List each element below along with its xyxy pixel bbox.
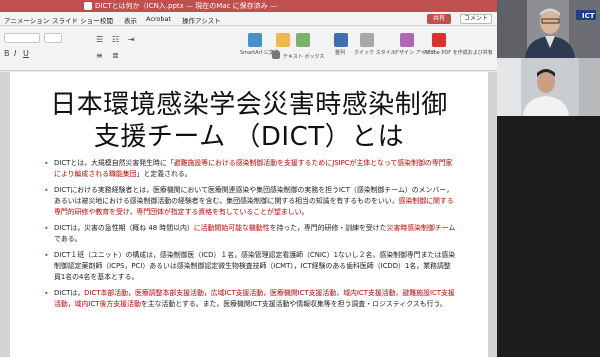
video-call-panel: ICT	[497, 0, 600, 357]
body-text: DICTは，災害の急性期（概ね 48 時間以内）	[54, 224, 194, 232]
tab-animations[interactable]: アニメーション	[4, 15, 49, 25]
body-text: DICTとは，大規模自然災害発生時に「	[54, 159, 174, 167]
tab-acrobat[interactable]: Acrobat	[146, 15, 171, 23]
highlighted-text: 災害時感染制御チーム	[386, 224, 456, 232]
quick-styles-icon[interactable]	[360, 33, 374, 47]
textbox-label[interactable]: テキスト ボックス	[283, 53, 324, 60]
participant-tile-1[interactable]: ICT	[497, 0, 600, 58]
slide-canvas[interactable]: 日本環境感染学会災害時感染制御 支援チーム （DICT）とは DICTとは，大規…	[10, 72, 488, 357]
textbox-icon[interactable]	[272, 51, 280, 59]
underline-icon[interactable]: U	[23, 49, 29, 58]
body-text: である。	[54, 235, 82, 243]
bullet-item[interactable]: DICTとは，大規模自然災害発生時に「避難施設等における感染制御活動を支援するた…	[44, 158, 456, 180]
slide-body-text[interactable]: DICTとは，大規模自然災害発生時に「避難施設等における感染制御活動を支援するた…	[44, 158, 456, 315]
slide-title-line-2[interactable]: 支援チーム （DICT）とは	[10, 116, 488, 153]
bullet-item[interactable]: DICTは，DICT本部活動，医療調整本部支援活動，広域ICT支援活動，医療機関…	[44, 288, 456, 310]
numbering-icon[interactable]: ☷	[112, 35, 119, 44]
tab-slideshow[interactable]: スライド ショー	[52, 15, 100, 25]
tab-tell-me[interactable]: 操作アシスト	[182, 15, 221, 25]
bold-icon[interactable]: B	[4, 49, 10, 58]
align-center-icon[interactable]: ≣	[112, 51, 119, 60]
adobe-pdf-icon[interactable]	[432, 33, 446, 47]
participant-1-video: ICT	[497, 0, 600, 58]
tab-view[interactable]: 表示	[124, 15, 137, 25]
body-text: DICTにおける実務経験者とは，医療機関において医療関連感染や集団感染制御の実務…	[54, 186, 454, 205]
powerpoint-window: DICTとは何か（ICN入.pptx — 現在のMac に保存済み — アニメー…	[0, 0, 497, 357]
align-left-icon[interactable]: ≡	[96, 51, 103, 60]
bullets-icon[interactable]: ☰	[96, 35, 103, 44]
picture-icon[interactable]	[276, 33, 290, 47]
font-name-box[interactable]	[4, 33, 40, 43]
participant-2-video	[497, 58, 600, 116]
participant-tile-2[interactable]	[497, 58, 600, 116]
arrange-label: 整列	[335, 50, 346, 56]
bullet-item[interactable]: DICTは，災害の急性期（概ね 48 時間以内）に活動開始可能な機動性を持った，…	[44, 223, 456, 245]
body-text: を持った，専門的研修・訓練を受けた	[269, 224, 387, 232]
title-bar: DICTとは何か（ICN入.pptx — 現在のMac に保存済み —	[0, 0, 497, 12]
body-text: DICT１班（ユニット）の構成は，感染制御医（ICD）１名，感染管理認定看護師（…	[54, 251, 456, 281]
ribbon: B I U ☰ ☷ ⇥ ≡ ≣ SmartArt に変換 テキスト ボックス 整…	[0, 27, 497, 71]
bullet-item[interactable]: DICT１班（ユニット）の構成は，感染制御医（ICD）１名，感染管理認定看護師（…	[44, 250, 456, 283]
ribbon-tab-bar: アニメーション スライド ショー 校閲 表示 Acrobat 操作アシスト 共有…	[0, 12, 497, 26]
adobe-pdf-label: Adobe PDF を作成および共有	[424, 50, 493, 56]
body-text: 。	[301, 208, 309, 216]
powerpoint-file-icon	[84, 2, 92, 10]
share-button[interactable]: 共有	[427, 14, 451, 24]
body-text: DICTは，	[54, 289, 85, 297]
indent-icon[interactable]: ⇥	[128, 35, 135, 44]
ict-logo: ICT	[582, 12, 595, 20]
quick-styles-label: クイック スタイル	[354, 50, 396, 56]
italic-icon[interactable]: I	[14, 49, 16, 58]
body-text: を主な活動とする。また，医療機関ICT支援活動や情報収集等を担う調査・ロジスティ…	[140, 300, 447, 308]
window-title: DICTとは何か（ICN入.pptx — 現在のMac に保存済み —	[95, 2, 277, 10]
highlighted-text: に活動開始可能な機動性	[193, 224, 270, 232]
arrange-icon[interactable]	[334, 33, 348, 47]
body-text: 」と定義される。	[136, 170, 192, 178]
shapes-icon[interactable]	[296, 33, 310, 47]
design-ideas-icon[interactable]	[400, 33, 414, 47]
comment-button[interactable]: コメント	[460, 14, 492, 24]
tab-review[interactable]: 校閲	[100, 15, 113, 25]
slide-pane: 日本環境感染学会災害時感染制御 支援チーム （DICT）とは DICTとは，大規…	[0, 72, 497, 357]
empty-video-area	[497, 116, 600, 357]
font-size-box[interactable]	[44, 33, 62, 43]
smartart-icon[interactable]	[248, 33, 262, 47]
bullet-item[interactable]: DICTにおける実務経験者とは，医療機関において医療関連感染や集団感染制御の実務…	[44, 185, 456, 218]
